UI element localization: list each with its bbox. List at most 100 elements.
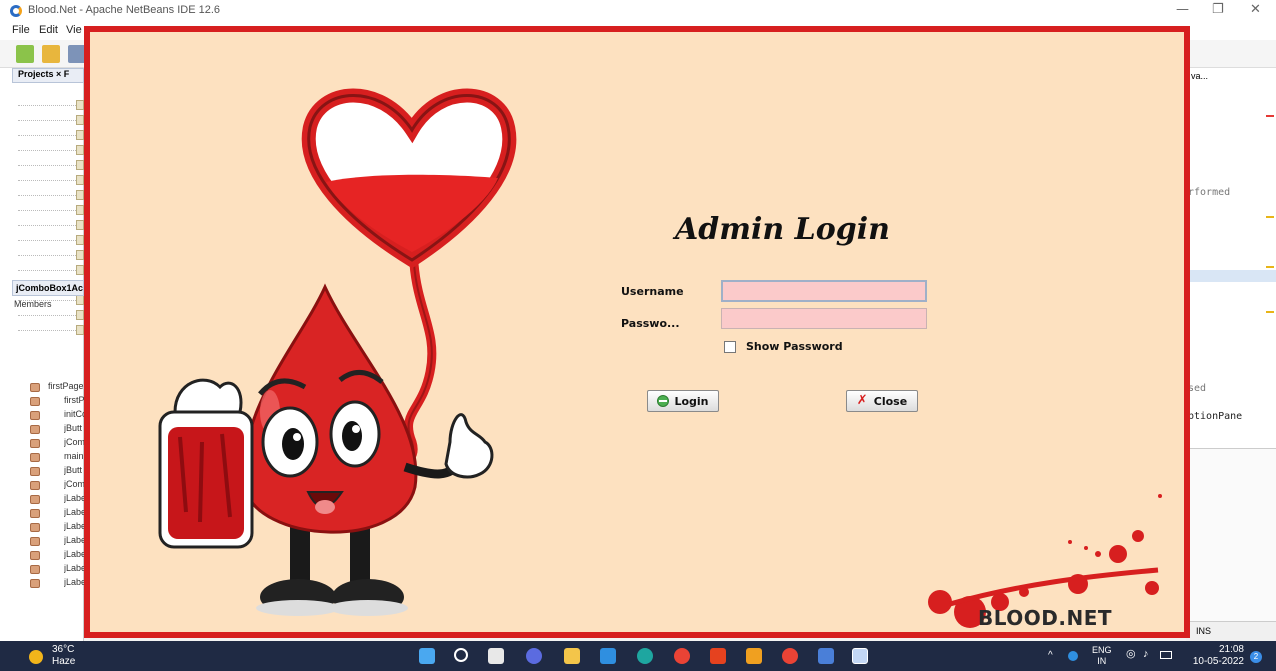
login-button-label: Login — [674, 394, 709, 408]
notification-badge[interactable]: 2 — [1250, 651, 1262, 663]
close-button-label: Close — [873, 394, 908, 408]
insert-mode: INS — [1196, 626, 1212, 636]
navigator-member[interactable]: main — [64, 451, 84, 461]
minimize-icon[interactable]: — — [1176, 2, 1189, 17]
password-input[interactable] — [721, 308, 927, 329]
weather-sun-icon[interactable] — [29, 650, 43, 664]
battery-icon[interactable] — [1160, 651, 1172, 659]
search-icon[interactable] — [454, 648, 468, 662]
member-icon — [30, 509, 40, 518]
checkbox-icon[interactable] — [724, 341, 736, 353]
region-code: IN — [1097, 656, 1107, 666]
code-fragment: sed — [1188, 383, 1207, 394]
close-window-icon[interactable]: ✕ — [1250, 2, 1261, 17]
editor-tab[interactable]: va... — [1191, 71, 1208, 81]
navigator-member[interactable]: jLabe — [64, 493, 84, 503]
tree-connector — [18, 210, 84, 211]
code-fragment: ptionPane — [1188, 411, 1243, 422]
navigator-member[interactable]: jLabe — [64, 549, 84, 559]
member-icon — [30, 411, 40, 420]
tree-node-icon[interactable] — [76, 100, 84, 110]
tree-node-icon[interactable] — [76, 130, 84, 140]
office-icon[interactable] — [710, 648, 726, 664]
member-icon — [30, 551, 40, 560]
tree-node-icon[interactable] — [76, 265, 84, 275]
menu-file[interactable]: File — [12, 24, 30, 36]
login-button[interactable]: Login — [647, 390, 719, 412]
status-bar: INS — [1186, 621, 1276, 641]
tree-node-icon[interactable] — [76, 250, 84, 260]
navigator-member[interactable]: jCom — [64, 437, 84, 447]
weather-temperature: 36°C — [52, 644, 75, 655]
member-icon — [30, 495, 40, 504]
navigator-member[interactable]: jLabe — [64, 521, 84, 531]
menu-edit[interactable]: Edit — [39, 24, 58, 36]
tree-node-icon[interactable] — [76, 235, 84, 245]
volume-icon[interactable]: ♪ — [1143, 649, 1149, 660]
bluetooth-icon[interactable] — [1068, 651, 1078, 661]
password-label: Passwo... — [621, 317, 680, 330]
edge-icon[interactable] — [637, 648, 653, 664]
tree-node-icon[interactable] — [76, 145, 84, 155]
navigator-member[interactable]: firstP — [64, 395, 84, 405]
restore-icon[interactable]: ❐ — [1212, 2, 1224, 17]
tree-node-icon[interactable] — [76, 310, 84, 320]
warning-marker[interactable] — [1266, 266, 1274, 268]
tree-connector — [18, 135, 84, 136]
member-icon — [30, 523, 40, 532]
language-indicator[interactable]: ENG IN — [1092, 645, 1112, 667]
tree-node-icon[interactable] — [76, 220, 84, 230]
new-project-icon[interactable] — [42, 45, 60, 63]
tree-node-icon[interactable] — [76, 115, 84, 125]
java-app-icon[interactable] — [852, 648, 868, 664]
warning-marker[interactable] — [1266, 311, 1274, 313]
tree-connector — [18, 150, 84, 151]
error-marker[interactable] — [1266, 115, 1274, 117]
tree-connector — [18, 105, 84, 106]
username-input[interactable] — [721, 280, 927, 302]
navigator-member[interactable]: jLabe — [64, 535, 84, 545]
tree-node-icon[interactable] — [76, 295, 84, 305]
tree-node-icon[interactable] — [76, 190, 84, 200]
navigator-member[interactable]: jButt — [64, 423, 84, 433]
new-file-icon[interactable] — [16, 45, 34, 63]
menu-view[interactable]: Vie — [66, 24, 82, 36]
clock[interactable]: 21:08 10-05-2022 — [1190, 644, 1244, 668]
start-icon[interactable] — [419, 648, 435, 664]
tree-connector — [18, 180, 84, 181]
navigator-member[interactable]: jButt — [64, 465, 84, 475]
netbeans-taskbar-icon[interactable] — [818, 648, 834, 664]
members-label: Members — [14, 299, 52, 309]
navigator-member[interactable]: jCom — [64, 479, 84, 489]
weather-widget[interactable]: 36°C Haze — [52, 644, 75, 668]
tree-node-icon[interactable] — [76, 205, 84, 215]
close-button[interactable]: ✗ Close — [846, 390, 918, 412]
tree-connector — [18, 255, 84, 256]
navigator-member[interactable]: jLabe — [64, 577, 84, 587]
navigator-member[interactable]: firstPage — [48, 381, 84, 391]
close-x-icon: ✗ — [856, 393, 868, 408]
task-view-icon[interactable] — [488, 648, 504, 664]
navigator-member[interactable]: initCo — [64, 409, 84, 419]
network-icon[interactable]: ◎ — [1126, 649, 1136, 660]
tab-projects[interactable]: Projects × F — [12, 68, 84, 83]
warning-marker[interactable] — [1266, 216, 1274, 218]
output-panel — [1186, 448, 1276, 621]
file-explorer-icon[interactable] — [564, 648, 580, 664]
tree-node-icon[interactable] — [76, 175, 84, 185]
xampp-icon[interactable] — [746, 648, 762, 664]
chrome-icon[interactable] — [674, 648, 690, 664]
tree-node-icon[interactable] — [76, 160, 84, 170]
code-fragment: rformed — [1188, 187, 1231, 198]
chat-icon[interactable] — [526, 648, 542, 664]
brand-logo: BLOOD.NET — [978, 606, 1113, 630]
tree-connector — [18, 225, 84, 226]
current-line-highlight — [1186, 270, 1276, 282]
chrome-profile-icon[interactable] — [782, 648, 798, 664]
navigator-member[interactable]: jLabe — [64, 563, 84, 573]
mail-icon[interactable] — [600, 648, 616, 664]
admin-login-window: Admin Login Username Passwo... Show Pass… — [84, 26, 1190, 638]
navigator-member[interactable]: jLabe — [64, 507, 84, 517]
tree-node-icon[interactable] — [76, 325, 84, 335]
tray-chevron-icon[interactable]: ^ — [1048, 650, 1053, 661]
